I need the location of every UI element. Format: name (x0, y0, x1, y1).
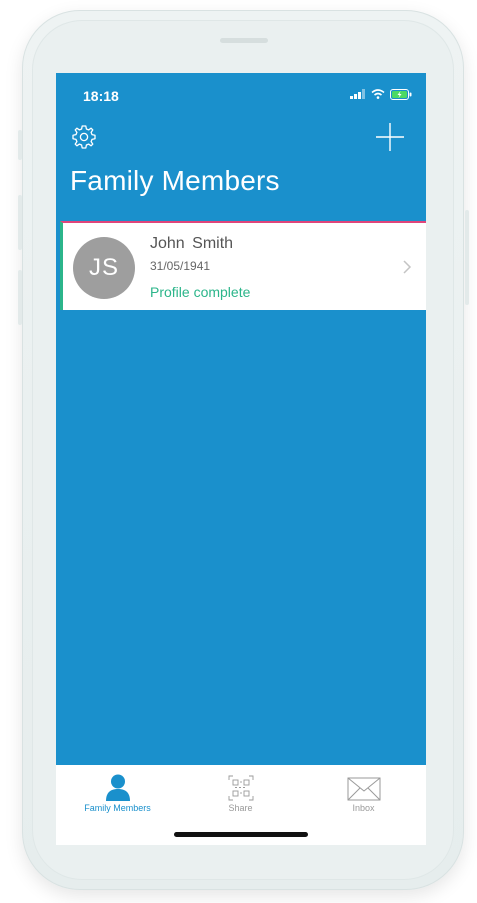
person-icon (105, 774, 130, 801)
speaker-grille (220, 38, 268, 43)
mute-switch (18, 130, 22, 160)
tab-bar: Family Members Share Inbox (56, 765, 426, 845)
tab-family-members[interactable]: Family Members (56, 765, 179, 817)
add-member-button[interactable] (374, 121, 406, 153)
chevron-right-icon (403, 260, 412, 274)
home-indicator[interactable] (174, 832, 308, 837)
member-profile-status: Profile complete (150, 284, 251, 300)
volume-up-button (18, 195, 22, 250)
status-time: 18:18 (83, 88, 119, 104)
qr-code-icon (228, 775, 253, 801)
plus-icon (376, 123, 404, 151)
tab-share[interactable]: Share (179, 765, 302, 817)
member-card[interactable]: JS John Smith 31/05/1941 Profile complet… (60, 221, 426, 310)
power-button (465, 210, 469, 305)
member-name: John Smith (150, 235, 234, 252)
wifi-icon (371, 89, 385, 99)
signal-icon (350, 89, 365, 99)
avatar-initials: JS (88, 254, 119, 281)
status-bar: 18:18 (56, 73, 426, 117)
tab-label: Family Members (84, 803, 151, 813)
tab-label: Share (228, 803, 253, 813)
envelope-icon (347, 777, 380, 801)
member-date-of-birth: 31/05/1941 (150, 259, 211, 273)
app-screen: 18:18 Family Members JS John Smith 31/05… (56, 73, 426, 845)
settings-button[interactable] (70, 123, 98, 151)
avatar: JS (73, 237, 135, 299)
gear-icon (72, 125, 96, 149)
volume-down-button (18, 270, 22, 325)
tab-inbox[interactable]: Inbox (302, 765, 425, 817)
toolbar (56, 117, 426, 157)
page-title: Family Members (70, 165, 280, 196)
status-icons (350, 88, 412, 100)
tab-label: Inbox (352, 803, 375, 813)
battery-charging-icon (390, 88, 412, 100)
